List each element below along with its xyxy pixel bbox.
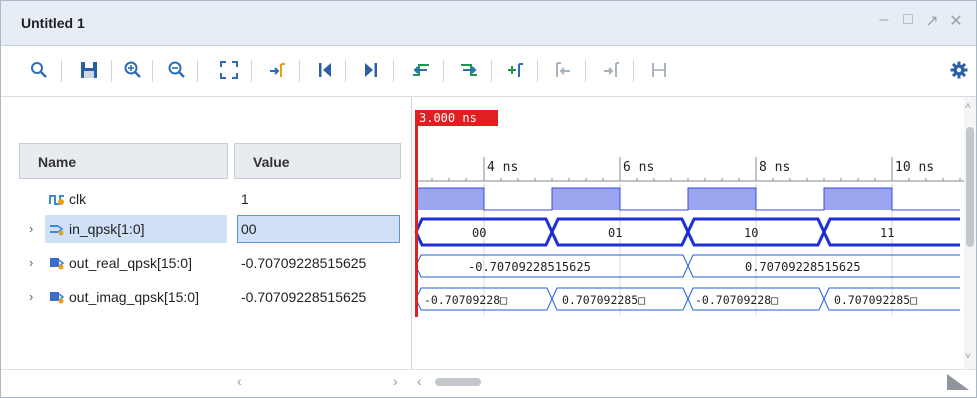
vertical-scroll-thumb[interactable] <box>966 127 974 247</box>
search-icon[interactable] <box>25 56 53 84</box>
vertical-scrollbar[interactable]: ˄ ˅ <box>964 97 976 369</box>
bus-value-label: -0.70709228□ <box>695 293 778 307</box>
zoom-fit-icon[interactable] <box>215 56 243 84</box>
save-icon[interactable] <box>75 56 103 84</box>
waveform-panel[interactable]: 4 ns 6 ns 8 ns 10 ns 00 01 10 11 -0.7070… <box>411 97 965 369</box>
title-bar: Untitled 1 – □ ↗ ✕ <box>1 1 976 46</box>
time-cursor[interactable] <box>415 110 498 317</box>
signal-row-clk[interactable]: clk 1 <box>1 185 409 213</box>
close-icon[interactable]: ✕ <box>947 11 965 31</box>
name-column-header[interactable]: Name <box>19 143 228 179</box>
signal-value: 1 <box>241 191 249 207</box>
signal-value: -0.70709228515625 <box>241 255 367 271</box>
scroll-down-icon[interactable]: ˅ <box>965 351 971 362</box>
wave-scroll-left-icon[interactable]: ‹ <box>417 373 422 389</box>
bus-value-label: 10 <box>744 226 758 240</box>
bus-value-label: 01 <box>608 226 622 240</box>
expand-chevron-icon[interactable]: › <box>29 255 33 270</box>
bus-signal-icon <box>49 222 65 239</box>
value-column-header[interactable]: Value <box>234 143 401 179</box>
timeline-tick-label: 6 ns <box>623 160 654 175</box>
cursor-time-label: 3.000 ns <box>419 111 477 125</box>
bus-signal-icon <box>49 256 65 273</box>
signal-row-out-imag-qpsk[interactable]: › out_imag_qpsk[15:0] -0.70709228515625 <box>1 283 409 311</box>
go-to-cursor-icon[interactable] <box>263 56 291 84</box>
signal-value: -0.70709228515625 <box>241 289 367 305</box>
scroll-left-icon[interactable]: ‹ <box>237 373 242 389</box>
signal-value: 00 <box>241 221 257 237</box>
resize-grip-icon[interactable] <box>943 372 973 392</box>
settings-icon[interactable] <box>945 56 973 84</box>
add-marker-icon[interactable] <box>501 56 529 84</box>
bus-value-label: -0.70709228□ <box>424 293 507 307</box>
signal-list-panel: Name Value clk 1 › in_qpsk[1:0] 00 › out… <box>1 97 409 369</box>
next-marker-icon[interactable] <box>597 56 625 84</box>
previous-transition-icon[interactable] <box>407 56 435 84</box>
timeline-tick-label: 8 ns <box>759 160 790 175</box>
bus-value-label: 11 <box>880 226 894 240</box>
horizontal-scroll-thumb[interactable] <box>435 378 481 386</box>
window-title: Untitled 1 <box>21 15 85 31</box>
bus-signal-icon <box>49 290 65 307</box>
bus-value-label: 0.70709228515625 <box>745 260 861 274</box>
signal-name: out_real_qpsk[15:0] <box>69 255 192 271</box>
expand-chevron-icon[interactable]: › <box>29 289 33 304</box>
horizontal-scrollbar-area: ‹ › ‹ <box>1 369 976 394</box>
scroll-right-icon[interactable]: › <box>393 373 398 389</box>
waveform-window: Untitled 1 – □ ↗ ✕ Name Value clk 1 › in… <box>0 0 977 398</box>
maximize-icon[interactable]: □ <box>899 11 917 29</box>
swap-cursors-icon[interactable] <box>645 56 673 84</box>
bus-value-label: -0.70709228515625 <box>468 260 591 274</box>
signal-row-in-qpsk[interactable]: › in_qpsk[1:0] 00 <box>1 215 409 243</box>
scroll-up-icon[interactable]: ˄ <box>965 101 971 112</box>
clock-signal-icon <box>49 192 65 209</box>
next-transition-icon[interactable] <box>455 56 483 84</box>
toolbar <box>1 46 976 97</box>
clk-waveform <box>416 187 960 211</box>
zoom-out-icon[interactable] <box>163 56 191 84</box>
bus-value-label: 00 <box>472 226 486 240</box>
previous-marker-icon[interactable] <box>549 56 577 84</box>
go-to-end-icon[interactable] <box>357 56 385 84</box>
signal-name: in_qpsk[1:0] <box>69 221 145 237</box>
signal-row-out-real-qpsk[interactable]: › out_real_qpsk[15:0] -0.70709228515625 <box>1 249 409 277</box>
timeline-tick-label: 10 ns <box>895 160 934 175</box>
minimize-icon[interactable]: – <box>875 11 893 29</box>
zoom-in-icon[interactable] <box>119 56 147 84</box>
timeline-tick-label: 4 ns <box>487 160 518 175</box>
signal-name: clk <box>69 191 87 207</box>
go-to-start-icon[interactable] <box>311 56 339 84</box>
expand-chevron-icon[interactable]: › <box>29 221 33 236</box>
in-qpsk-waveform <box>414 217 960 247</box>
bus-value-label: 0.707092285□ <box>562 293 645 307</box>
float-icon[interactable]: ↗ <box>923 11 941 31</box>
bus-value-label: 0.707092285□ <box>834 293 917 307</box>
signal-name: out_imag_qpsk[15:0] <box>69 289 199 305</box>
